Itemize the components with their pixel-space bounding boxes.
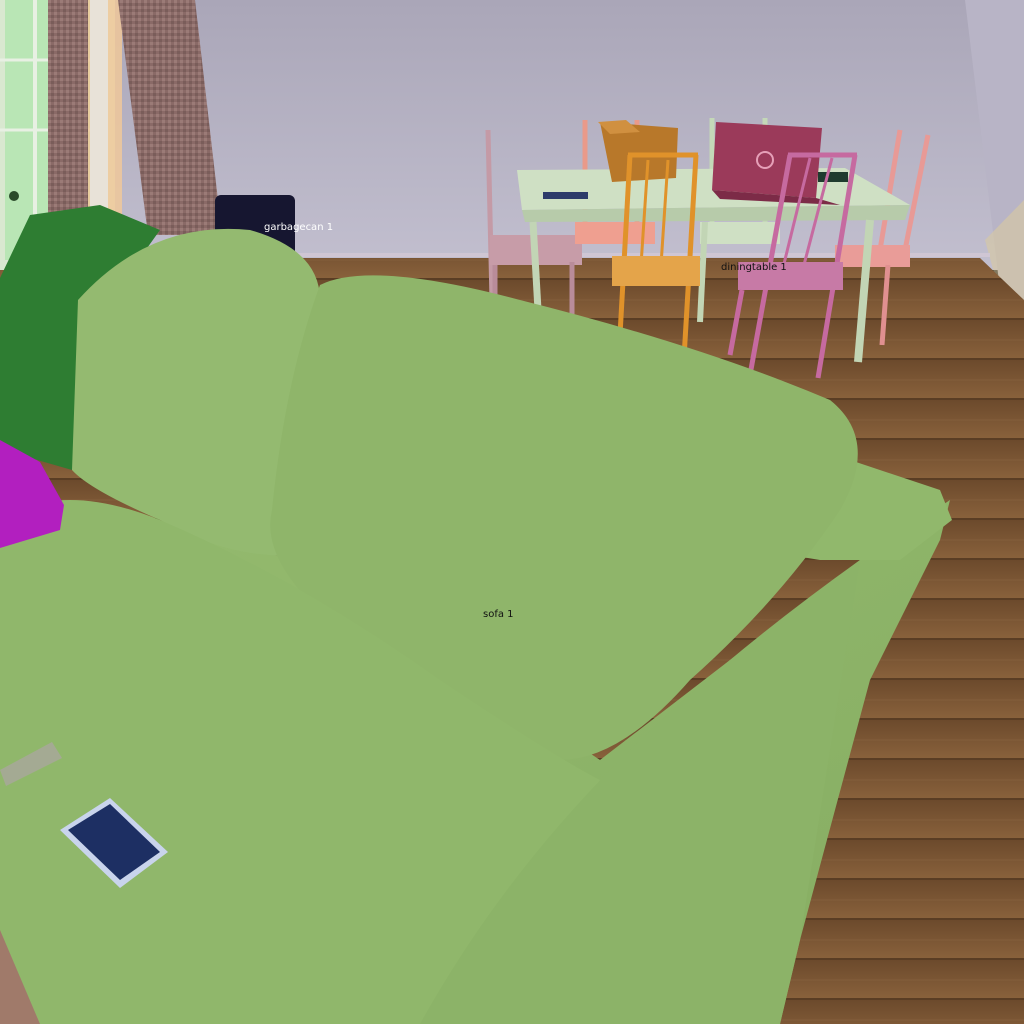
scene-canvas [0, 0, 1024, 1024]
laptop [712, 122, 822, 198]
door-knob-icon [9, 191, 19, 201]
scene-viewport: garbagecan 1 diningtable 1 sofa 1 [0, 0, 1024, 1024]
